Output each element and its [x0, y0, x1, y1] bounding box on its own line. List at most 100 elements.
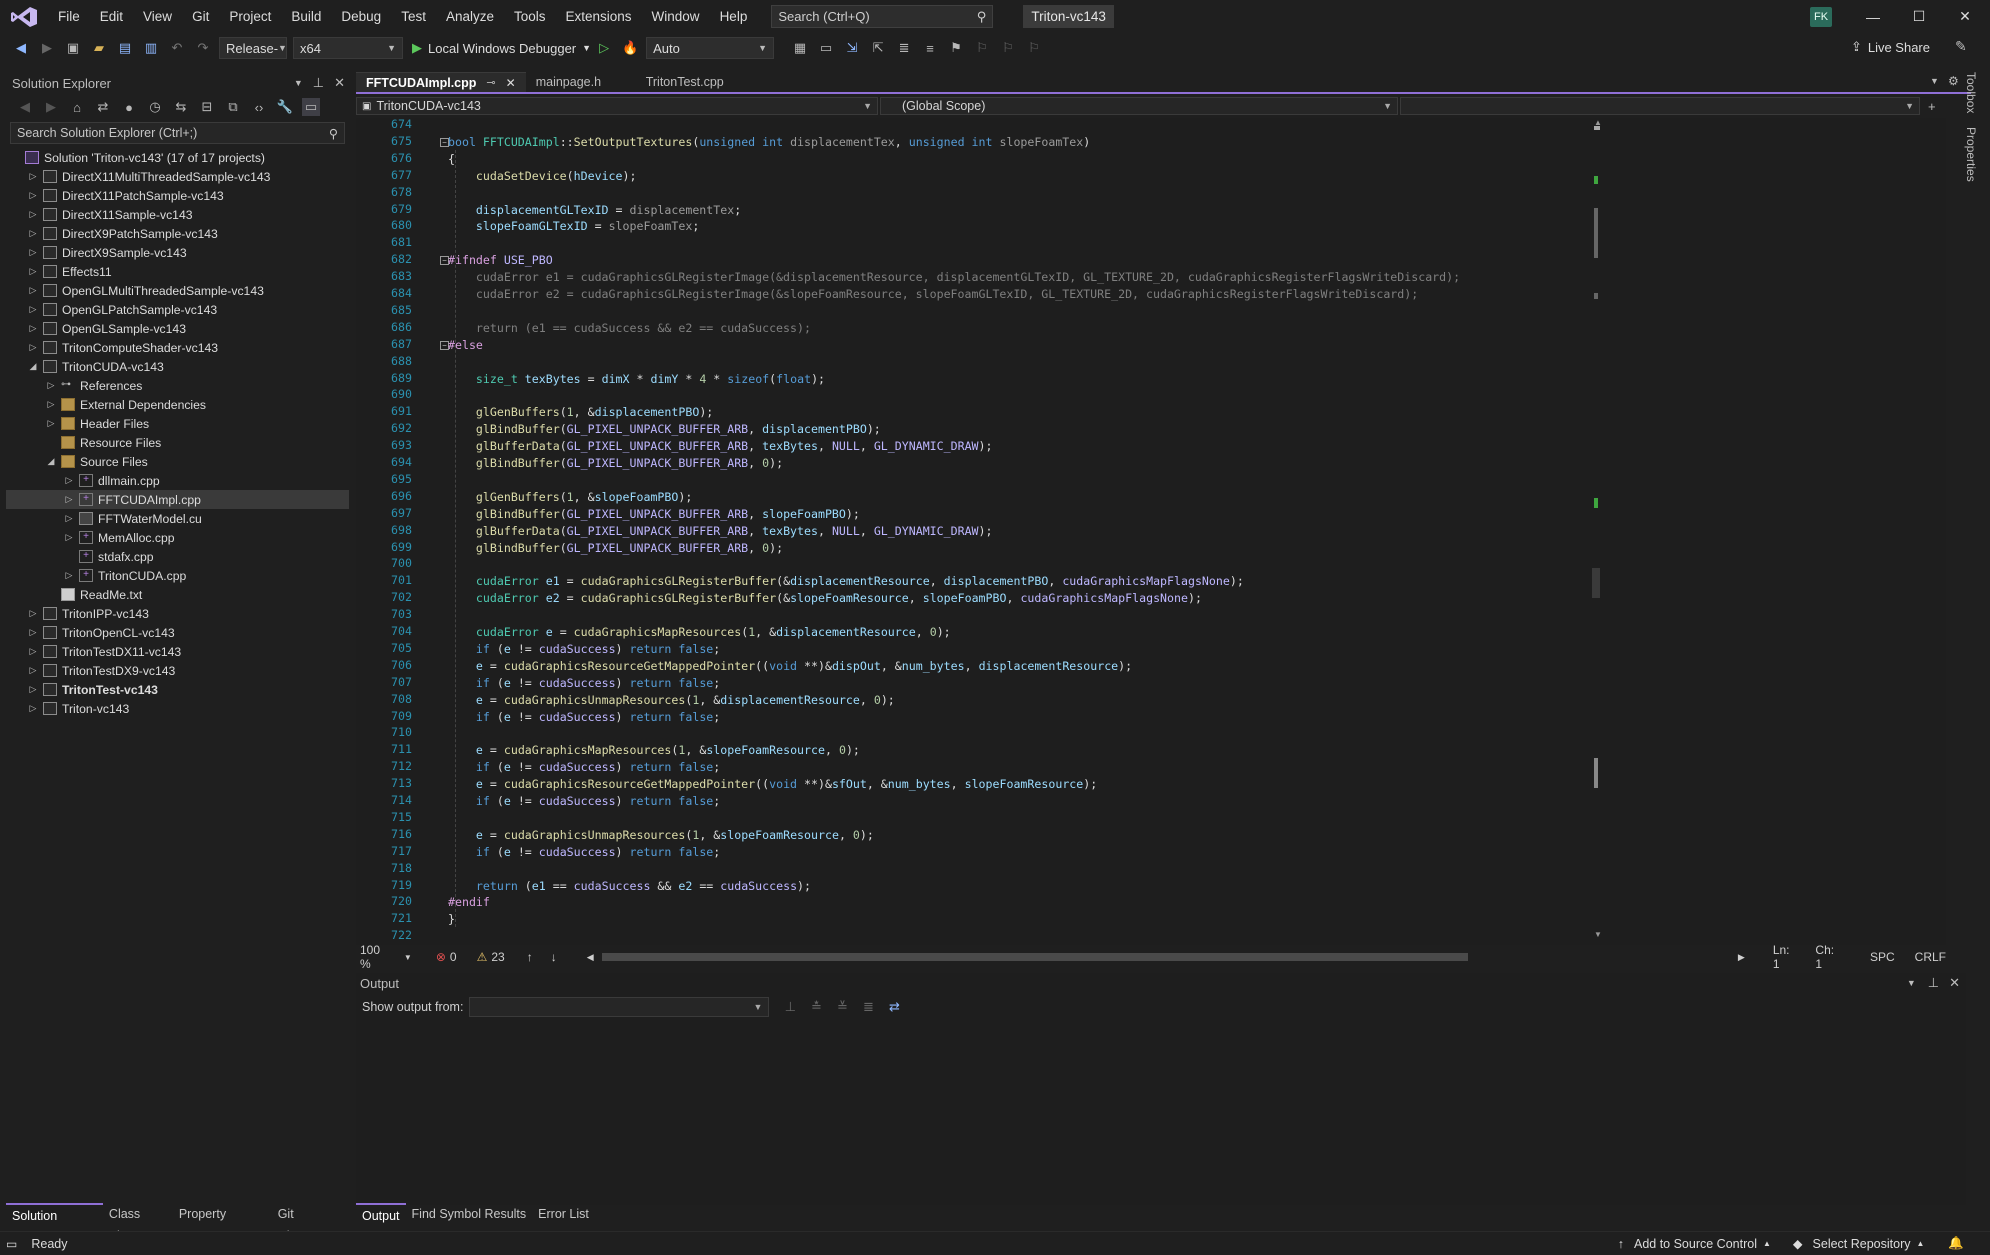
up-arrow-icon[interactable]: ↑ — [527, 950, 533, 964]
step-icon[interactable]: ⇲ — [843, 39, 861, 57]
expander-icon[interactable]: ▷ — [44, 380, 58, 391]
output-source-combo[interactable]: ▼ — [469, 997, 770, 1017]
tree-item[interactable]: ▷ + MemAlloc.cpp — [6, 528, 349, 547]
new-project-icon[interactable]: ▣ — [64, 39, 82, 57]
warning-icon[interactable]: ⚠ — [477, 950, 488, 964]
step-out-icon[interactable]: ⇱ — [869, 39, 887, 57]
zoom-level[interactable]: 100 % — [360, 943, 394, 971]
forward-icon[interactable]: ▶ — [42, 98, 60, 116]
tree-item[interactable]: ▷ TritonTest-vc143 — [6, 680, 349, 699]
avatar[interactable]: FK — [1810, 7, 1832, 27]
show-all-files-icon[interactable]: ⧉ — [224, 98, 242, 116]
code-view-icon[interactable]: ‹› — [250, 98, 268, 116]
tree-item[interactable]: ▷ TritonTestDX11-vc143 — [6, 642, 349, 661]
window-layout-icon[interactable]: ▭ — [817, 39, 835, 57]
menu-item-project[interactable]: Project — [219, 0, 281, 33]
expander-icon[interactable]: ▷ — [26, 209, 40, 220]
search-input[interactable]: Search (Ctrl+Q) ⚲ — [771, 5, 994, 28]
back-icon[interactable]: ◀ — [12, 39, 30, 57]
config-combo[interactable]: Release- ▼ — [219, 37, 287, 59]
bottom-tab[interactable]: Solution Explo... — [6, 1203, 103, 1245]
solution-search-input[interactable]: Search Solution Explorer (Ctrl+;) ⚲ — [10, 122, 345, 144]
bottom-tab[interactable]: Error List — [532, 1203, 595, 1225]
open-folder-icon[interactable]: ▰ — [90, 39, 108, 57]
tree-item[interactable]: ◢ TritonCUDA-vc143 — [6, 357, 349, 376]
editor-tab[interactable]: mainpage.h — [526, 72, 636, 92]
tree-item[interactable]: ▷ Triton-vc143 — [6, 699, 349, 718]
editor-tab[interactable]: FFTCUDAImpl.cpp ⊸ ✕ — [356, 72, 526, 92]
next-message-icon[interactable]: ≚ — [833, 998, 851, 1016]
expander-icon[interactable]: ▷ — [26, 171, 40, 182]
expander-icon[interactable]: ▷ — [26, 285, 40, 296]
tree-item[interactable]: ▷ DirectX9PatchSample-vc143 — [6, 224, 349, 243]
expander-icon[interactable]: ▷ — [26, 228, 40, 239]
history-icon[interactable]: ◷ — [146, 98, 164, 116]
output-window-icon[interactable]: ▭ — [6, 1237, 17, 1251]
bottom-tab[interactable]: Property Mana... — [173, 1203, 272, 1243]
tree-item[interactable]: ▷ DirectX11PatchSample-vc143 — [6, 186, 349, 205]
expander-icon[interactable]: ▷ — [62, 513, 76, 524]
pin-icon[interactable]: ⊥ — [313, 75, 324, 91]
tree-item[interactable]: ▷ TritonTestDX9-vc143 — [6, 661, 349, 680]
bookmark-clear-icon[interactable]: ⚐ — [1025, 39, 1043, 57]
toolbox-tab[interactable]: Toolbox — [1964, 72, 1978, 113]
tree-item[interactable]: ▷ DirectX9Sample-vc143 — [6, 243, 349, 262]
tree-item[interactable]: ▷ DirectX11Sample-vc143 — [6, 205, 349, 224]
menu-item-help[interactable]: Help — [710, 0, 758, 33]
tree-item[interactable]: ▷ OpenGLMultiThreadedSample-vc143 — [6, 281, 349, 300]
tree-item[interactable]: ▷ External Dependencies — [6, 395, 349, 414]
pending-changes-icon[interactable]: ● — [120, 98, 138, 116]
error-icon[interactable]: ⊗ — [436, 950, 446, 964]
start-debugger-button[interactable]: ▶ Local Windows Debugger ▼ — [412, 40, 591, 56]
expander-icon[interactable]: ▷ — [26, 684, 40, 695]
expander-icon[interactable]: ▷ — [44, 418, 58, 429]
scroll-thumb[interactable] — [1592, 568, 1600, 598]
word-wrap-icon[interactable]: ⇄ — [885, 998, 903, 1016]
settings-gear-icon[interactable]: ⚙ — [1948, 74, 1959, 88]
expander-icon[interactable]: ▷ — [26, 304, 40, 315]
select-repository[interactable]: Select Repository — [1813, 1237, 1911, 1251]
member-combo[interactable]: ▼ — [1400, 97, 1920, 115]
outdent-icon[interactable]: ≡ — [921, 39, 939, 57]
home-icon[interactable]: ⌂ — [68, 98, 86, 116]
find-message-icon[interactable]: ⊥ — [781, 998, 799, 1016]
tree-item[interactable]: ▷ Header Files — [6, 414, 349, 433]
vertical-scrollbar[interactable]: ▲ ▼ — [1590, 118, 1610, 945]
forward-icon[interactable]: ▶ — [38, 39, 56, 57]
tree-item[interactable]: ▷ + TritonCUDA.cpp — [6, 566, 349, 585]
scroll-down-icon[interactable]: ▼ — [1594, 930, 1602, 939]
close-panel-icon[interactable]: ✕ — [334, 75, 345, 91]
undo-icon[interactable]: ↶ — [168, 39, 186, 57]
chevron-down-icon[interactable]: ▼ — [404, 953, 412, 962]
tree-item[interactable]: ▷ + dllmain.cpp — [6, 471, 349, 490]
line-endings[interactable]: CRLF — [1915, 950, 1946, 964]
bookmark-prev-icon[interactable]: ⚐ — [973, 39, 991, 57]
expander-icon[interactable]: ▷ — [26, 247, 40, 258]
menu-item-git[interactable]: Git — [182, 0, 219, 33]
menu-item-debug[interactable]: Debug — [331, 0, 391, 33]
bottom-tab[interactable]: Find Symbol Results — [406, 1203, 533, 1225]
menu-item-view[interactable]: View — [133, 0, 182, 33]
tree-item[interactable]: ReadMe.txt — [6, 585, 349, 604]
menu-item-build[interactable]: Build — [281, 0, 331, 33]
platform-combo[interactable]: x64 ▼ — [293, 37, 403, 59]
expander-icon[interactable]: ▷ — [26, 608, 40, 619]
expander-icon[interactable]: ▷ — [62, 570, 76, 581]
tree-item[interactable]: Solution 'Triton-vc143' (17 of 17 projec… — [6, 148, 349, 167]
bottom-tab[interactable]: Git Changes — [272, 1203, 349, 1243]
prev-message-icon[interactable]: ≛ — [807, 998, 825, 1016]
save-all-icon[interactable]: ▥ — [142, 39, 160, 57]
expander-icon[interactable]: ▷ — [26, 266, 40, 277]
expander-icon[interactable]: ◢ — [26, 361, 40, 372]
tree-item[interactable]: ▷ OpenGLSample-vc143 — [6, 319, 349, 338]
auto-combo[interactable]: Auto ▼ — [646, 37, 775, 59]
tree-item[interactable]: ▷ DirectX11MultiThreadedSample-vc143 — [6, 167, 349, 186]
tree-item[interactable]: ▷ TritonOpenCL-vc143 — [6, 623, 349, 642]
menu-item-tools[interactable]: Tools — [504, 0, 556, 33]
chevron-up-icon[interactable]: ▲ — [1917, 1239, 1925, 1248]
bottom-tab[interactable]: Output — [356, 1203, 406, 1225]
hot-reload-icon[interactable]: 🔥 — [621, 39, 639, 57]
tree-item[interactable]: ◢ Source Files — [6, 452, 349, 471]
split-icon[interactable]: + — [1928, 99, 1936, 114]
start-without-debugging-icon[interactable]: ▷ — [595, 39, 613, 57]
